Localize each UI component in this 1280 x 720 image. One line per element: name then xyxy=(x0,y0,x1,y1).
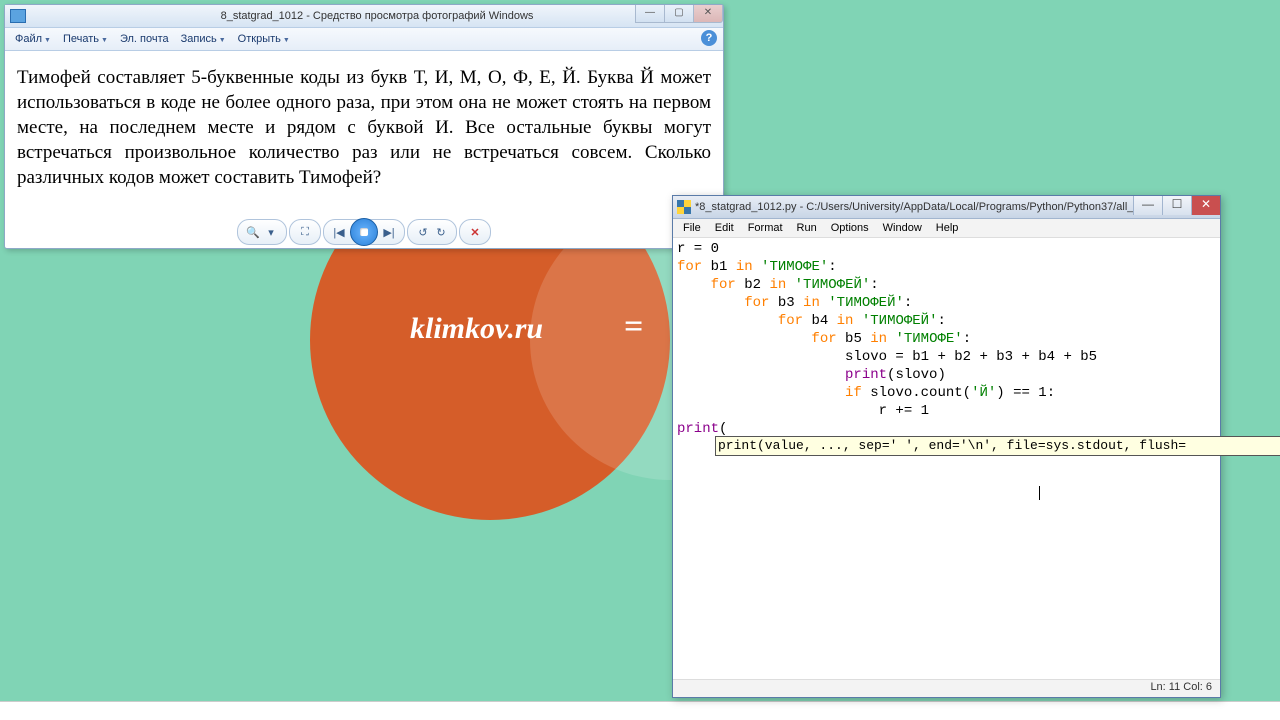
menu-burn[interactable]: Запись▼ xyxy=(175,31,232,47)
play-button[interactable] xyxy=(350,218,378,246)
menu-print[interactable]: Печать▼ xyxy=(57,31,114,47)
menu-file[interactable]: Файл▼ xyxy=(9,31,57,47)
menu-open[interactable]: Открыть▼ xyxy=(232,31,296,47)
equals-sign: = xyxy=(624,308,643,346)
idle-maximize-button[interactable]: ☐ xyxy=(1162,196,1191,215)
idle-close-button[interactable]: ✕ xyxy=(1191,196,1220,215)
prev-icon[interactable]: |◀ xyxy=(330,223,348,241)
zoom-icon[interactable]: 🔍 xyxy=(244,223,262,241)
rotate-ccw-icon[interactable]: ↺ xyxy=(414,223,432,241)
pv-control-bar: 🔍 ▾ ⛶ |◀ ▶| ↺ ↻ ✕ xyxy=(5,219,723,245)
idle-menu-options[interactable]: Options xyxy=(824,221,876,235)
pv-document-text: Тимофей составляет 5-буквенные коды из б… xyxy=(5,51,723,204)
zoom-drop-icon[interactable]: ▾ xyxy=(262,223,280,241)
idle-menu-edit[interactable]: Edit xyxy=(708,221,741,235)
menu-email[interactable]: Эл. почта xyxy=(114,31,175,47)
close-button[interactable]: ✕ xyxy=(693,5,723,23)
brand-text: klimkov.ru xyxy=(410,312,543,346)
idle-titlebar[interactable]: *8_statgrad_1012.py - C:/Users/Universit… xyxy=(673,196,1220,219)
pv-title: 8_statgrad_1012 - Средство просмотра фот… xyxy=(31,10,723,22)
photo-viewer-window: 8_statgrad_1012 - Средство просмотра фот… xyxy=(4,4,724,249)
help-button[interactable]: ? xyxy=(701,30,717,46)
idle-menu-run[interactable]: Run xyxy=(790,221,824,235)
idle-menu-file[interactable]: File xyxy=(676,221,708,235)
maximize-button[interactable]: ▢ xyxy=(664,5,694,23)
idle-menu-format[interactable]: Format xyxy=(741,221,790,235)
idle-menu-help[interactable]: Help xyxy=(929,221,966,235)
minimize-button[interactable]: — xyxy=(635,5,665,23)
python-icon xyxy=(677,200,691,214)
delete-icon[interactable]: ✕ xyxy=(466,223,484,241)
text-cursor xyxy=(1039,486,1040,500)
code-editor[interactable]: r = 0 for b1 in 'ТИМОФЕ': for b2 in 'ТИМ… xyxy=(673,238,1220,680)
idle-menu-window[interactable]: Window xyxy=(876,221,929,235)
idle-window: *8_statgrad_1012.py - C:/Users/Universit… xyxy=(672,195,1221,698)
idle-status-bar: Ln: 11 Col: 6 xyxy=(673,679,1220,697)
pv-titlebar[interactable]: 8_statgrad_1012 - Средство просмотра фот… xyxy=(5,5,723,28)
fit-icon[interactable]: ⛶ xyxy=(296,223,314,241)
bottom-strip xyxy=(0,701,1280,720)
idle-menubar: File Edit Format Run Options Window Help xyxy=(673,219,1220,238)
idle-minimize-button[interactable]: — xyxy=(1133,196,1162,215)
pv-menubar: Файл▼ Печать▼ Эл. почта Запись▼ Открыть▼… xyxy=(5,28,723,51)
next-icon[interactable]: ▶| xyxy=(380,223,398,241)
rotate-cw-icon[interactable]: ↻ xyxy=(432,223,450,241)
photo-app-icon xyxy=(10,9,26,23)
print-tooltip: print(value, ..., sep=' ', end='\n', fil… xyxy=(715,436,1280,456)
